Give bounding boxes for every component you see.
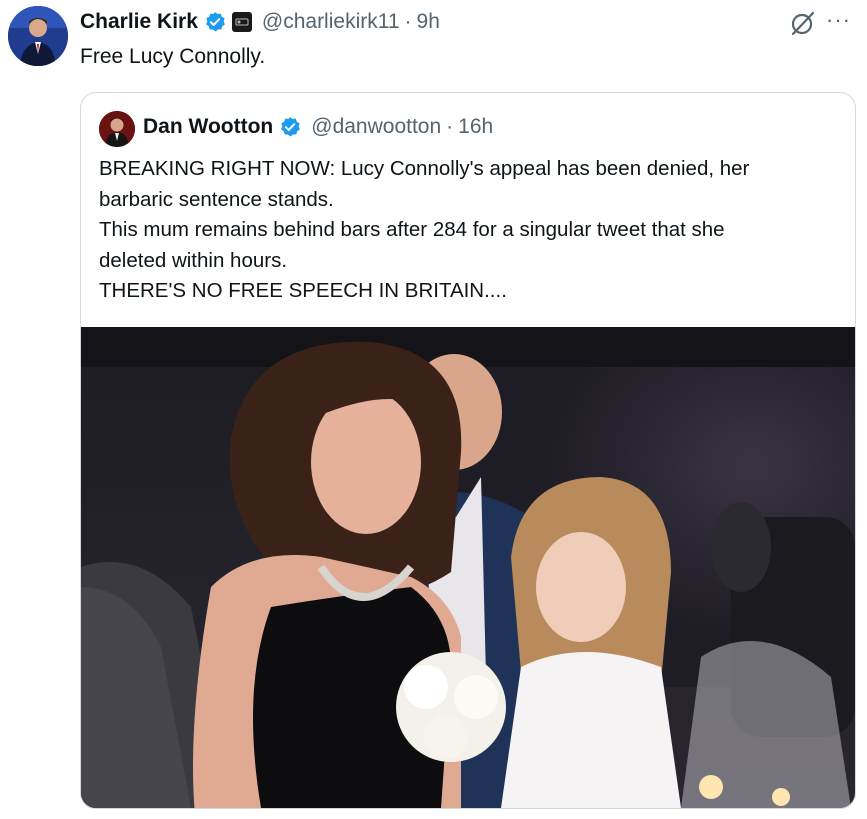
tweet-text: Free Lucy Connolly.: [80, 45, 266, 68]
author-name[interactable]: Charlie Kirk: [80, 10, 198, 34]
quoted-text-line: deleted within hours.: [99, 248, 288, 272]
more-icon[interactable]: ···: [826, 7, 851, 33]
quoted-text-line: barbaric sentence stands.: [99, 187, 334, 211]
affiliate-badge-icon[interactable]: [231, 12, 252, 32]
grok-icon[interactable]: [789, 9, 817, 37]
author-avatar[interactable]: [8, 6, 68, 66]
verified-badge-icon[interactable]: [204, 11, 226, 33]
author-handle[interactable]: @charliekirk11: [262, 10, 400, 34]
quoted-text-line: THERE'S NO FREE SPEECH IN BRITAIN....: [99, 279, 507, 302]
verified-badge-icon[interactable]: [279, 116, 301, 138]
quoted-tweet-time[interactable]: 16h: [458, 115, 493, 139]
separator-dot: ·: [404, 10, 412, 33]
quoted-tweet-header: Dan Wootton @danwootton · 16h: [143, 115, 493, 139]
quoted-author-name[interactable]: Dan Wootton: [143, 115, 273, 139]
quoted-text-line: BREAKING RIGHT NOW: Lucy Connolly's appe…: [99, 157, 750, 180]
quoted-author-handle[interactable]: @danwootton: [311, 115, 441, 139]
tweet-time[interactable]: 9h: [417, 10, 440, 34]
quoted-tweet-text: BREAKING RIGHT NOW: Lucy Connolly's appe…: [99, 154, 839, 307]
separator-dot: ·: [446, 115, 454, 138]
attached-photo[interactable]: [81, 327, 855, 808]
tweet-header: Charlie Kirk @charliekirk11 · 9h: [80, 8, 440, 36]
quoted-author-avatar[interactable]: [99, 111, 135, 147]
quoted-tweet[interactable]: Dan Wootton @danwootton · 16h BREAKING R…: [80, 92, 856, 809]
quoted-text-line: This mum remains behind bars after 284 f…: [99, 218, 725, 241]
